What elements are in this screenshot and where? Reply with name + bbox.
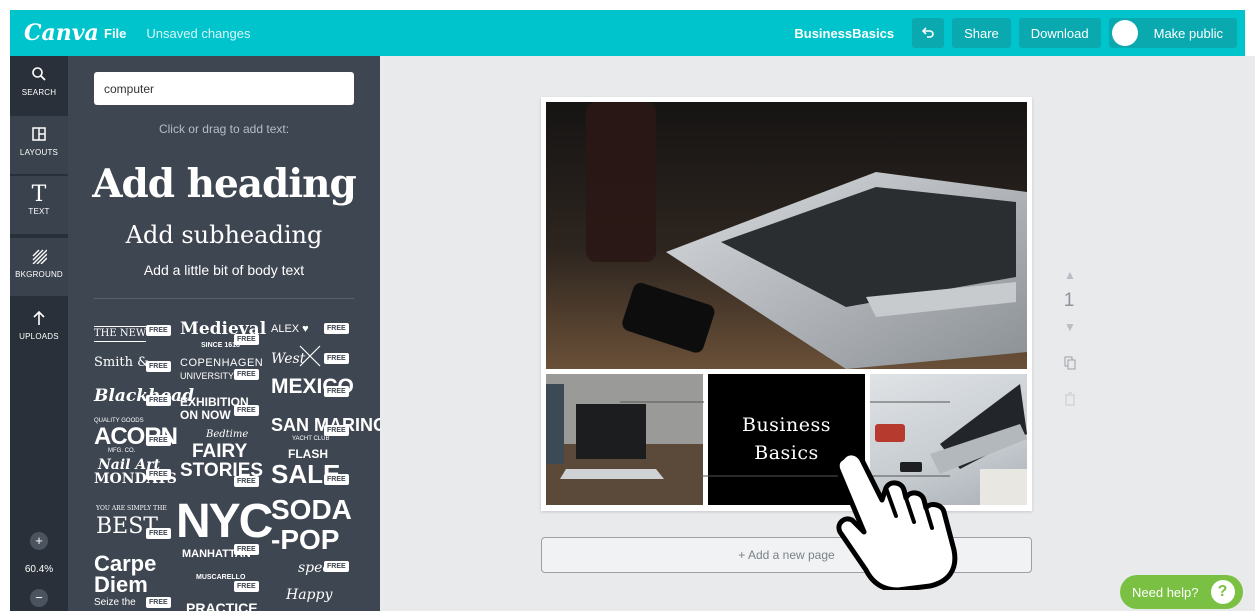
free-badge: FREE: [146, 361, 171, 372]
canva-logo[interactable]: Canva: [24, 20, 102, 46]
text-icon: T: [31, 182, 47, 207]
text-template[interactable]: YACHT CLUB: [292, 436, 329, 442]
panel-divider: [94, 298, 354, 299]
free-badge: FREE: [234, 334, 259, 345]
duplicate-page-icon[interactable]: [1060, 356, 1080, 373]
free-badge: FREE: [234, 581, 259, 592]
delete-page-icon[interactable]: [1060, 392, 1080, 409]
free-badge: FREE: [146, 395, 171, 406]
page-number: 1: [1063, 290, 1075, 311]
text-template[interactable]: NYC: [176, 498, 273, 546]
free-badge: FREE: [324, 425, 349, 436]
panel-hint: Click or drag to add text:: [158, 122, 290, 136]
sidebar-item-layouts[interactable]: LAYOUTS: [10, 116, 68, 174]
free-badge: FREE: [146, 469, 171, 480]
free-badge: FREE: [324, 386, 349, 397]
text-template[interactable]: MUSCARELLO: [196, 574, 245, 581]
text-template[interactable]: THE NEW: [94, 326, 147, 342]
text-template[interactable]: Diem: [94, 574, 148, 596]
zoom-in-button[interactable]: +: [30, 532, 48, 550]
text-template[interactable]: PRACTICE: [186, 601, 258, 611]
text-template[interactable]: UNIVERSITY: [180, 372, 234, 381]
laptop-photo[interactable]: [546, 102, 1027, 369]
undo-button[interactable]: [912, 18, 945, 48]
text-template[interactable]: SODA: [271, 496, 352, 524]
file-menu[interactable]: File: [104, 26, 126, 41]
text-template[interactable]: FAIRY: [192, 442, 247, 461]
undo-icon: [921, 27, 934, 38]
text-template[interactable]: ON NOW: [180, 409, 231, 421]
sidebar-rail: SEARCH LAYOUTS T TEXT BKGROUND UPLOADS +…: [10, 56, 68, 611]
free-badge: FREE: [146, 325, 171, 336]
free-badge: FREE: [146, 528, 171, 539]
download-button[interactable]: Download: [1018, 18, 1101, 48]
free-badge: FREE: [324, 353, 349, 364]
sidebar-item-search[interactable]: SEARCH: [10, 56, 68, 114]
question-icon: ?: [1210, 580, 1235, 604]
move-page-up-icon[interactable]: ▲: [1060, 268, 1080, 282]
make-public-label: Make public: [1153, 25, 1223, 41]
text-template[interactable]: YOU ARE SIMPLY THE: [96, 506, 167, 512]
sidebar-item-text[interactable]: T TEXT: [10, 176, 68, 234]
text-template[interactable]: Smith &: [94, 356, 149, 369]
move-page-down-icon[interactable]: ▼: [1060, 320, 1080, 334]
search-input[interactable]: [94, 72, 354, 105]
sidebar-item-label: UPLOADS: [19, 332, 59, 341]
toggle-knob: [1111, 20, 1138, 46]
text-template[interactable]: Happy: [286, 588, 332, 602]
layouts-icon: [10, 126, 68, 145]
free-badge: FREE: [324, 561, 349, 572]
sidebar-item-background[interactable]: BKGROUND: [10, 238, 68, 296]
laptop-illustration: [546, 102, 1027, 369]
free-badge: FREE: [146, 435, 171, 446]
free-badge: FREE: [234, 369, 259, 380]
top-bar: Canva File Unsaved changes BusinessBasic…: [10, 10, 1245, 56]
text-template[interactable]: COPENHAGEN: [180, 358, 263, 369]
free-badge: FREE: [234, 405, 259, 416]
make-public-toggle[interactable]: Make public: [1108, 18, 1237, 48]
save-status: Unsaved changes: [146, 25, 251, 41]
sidebar-item-label: LAYOUTS: [19, 148, 59, 157]
text-panel: Click or drag to add text: Add heading A…: [68, 56, 380, 611]
hand-pointer-icon: [834, 450, 958, 590]
design-title[interactable]: BusinessBasics: [794, 26, 894, 41]
background-icon: [10, 248, 68, 267]
topbar-actions: BusinessBasics Share Download Make publi…: [794, 17, 1237, 49]
need-help-button[interactable]: Need help? ?: [1120, 575, 1243, 609]
search-icon: [10, 66, 68, 85]
free-badge: FREE: [324, 474, 349, 485]
add-heading-button[interactable]: Add heading: [68, 161, 380, 207]
text-template[interactable]: ALEX ♥: [271, 324, 309, 335]
add-subheading-button[interactable]: Add subheading: [68, 221, 380, 249]
free-badge: FREE: [146, 597, 171, 608]
zoom-level: 60.4%: [24, 564, 54, 575]
free-badge: FREE: [234, 476, 259, 487]
share-button[interactable]: Share: [952, 18, 1011, 48]
need-help-label: Need help?: [1132, 584, 1199, 600]
sidebar-item-uploads[interactable]: UPLOADS: [10, 300, 68, 358]
zoom-out-button[interactable]: −: [30, 589, 48, 607]
sidebar-item-label: SEARCH: [21, 88, 57, 97]
free-badge: FREE: [234, 544, 259, 555]
sidebar-item-label: TEXT: [28, 207, 50, 216]
free-badge: FREE: [324, 323, 349, 334]
text-template[interactable]: Bedtime: [206, 430, 248, 440]
text-template[interactable]: Seize the: [94, 598, 136, 608]
sidebar-item-label: BKGROUND: [15, 270, 63, 279]
text-template[interactable]: -POP: [271, 526, 339, 554]
upload-icon: [10, 310, 68, 329]
text-template[interactable]: MFG. CO.: [108, 448, 135, 454]
cross-decoration: [299, 345, 321, 367]
add-body-text-button[interactable]: Add a little bit of body text: [68, 262, 380, 278]
